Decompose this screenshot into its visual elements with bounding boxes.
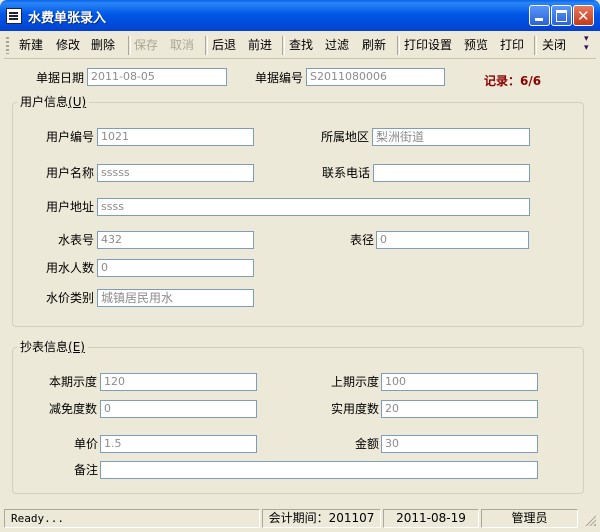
maximize-button[interactable]: [551, 5, 572, 26]
price-type-label: 水价类别: [46, 291, 95, 305]
current-reading-label: 本期示度: [49, 375, 98, 389]
phone-label: 联系电话: [322, 166, 371, 180]
status-period: 会计期间：201107: [262, 509, 381, 528]
resize-grip-icon[interactable]: [584, 514, 596, 526]
forward-button[interactable]: 前进: [248, 37, 272, 54]
doc-date-label: 单据日期: [36, 71, 85, 85]
address-label: 用户地址: [46, 200, 95, 214]
user-no-label: 用户编号: [46, 130, 95, 144]
meter-no-field[interactable]: 432: [97, 231, 254, 249]
user-info-group-title: 用户信息(U): [17, 95, 90, 109]
status-date: 2011-08-19: [383, 509, 479, 528]
app-icon: [6, 8, 22, 24]
current-reading-field[interactable]: 120: [100, 373, 257, 391]
people-field[interactable]: 0: [97, 259, 254, 277]
user-name-label: 用户名称: [46, 166, 95, 180]
close-button[interactable]: 关闭: [542, 37, 566, 54]
edit-button[interactable]: 修改: [56, 37, 80, 54]
toolbar-overflow-chevron-icon[interactable]: ▾ ▾: [584, 35, 589, 53]
new-button[interactable]: 新建: [19, 37, 43, 54]
save-button[interactable]: 保存: [134, 37, 158, 54]
cancel-button[interactable]: 取消: [170, 37, 194, 54]
window-title: 水费单张录入: [28, 11, 107, 26]
doc-date-field[interactable]: 2011-08-05: [87, 68, 227, 86]
remark-label: 备注: [74, 463, 99, 477]
meter-size-label: 表径: [350, 233, 375, 247]
amount-field[interactable]: 30: [381, 435, 538, 453]
doc-no-field[interactable]: S2011080006: [306, 68, 445, 86]
actual-usage-label: 实用度数: [331, 402, 380, 416]
preview-button[interactable]: 预览: [464, 37, 488, 54]
unit-price-label: 单价: [74, 437, 99, 451]
toolbar-separator: [282, 36, 285, 55]
print-setup-button[interactable]: 打印设置: [404, 37, 452, 54]
toolbar-separator: [128, 36, 131, 55]
title-bar[interactable]: 水费单张录入: [0, 0, 600, 31]
print-button[interactable]: 打印: [500, 37, 524, 54]
toolbar: 新建 修改 删除 保存 取消 后退 前进 查找 过滤 刷新 打印设置 预览 打印…: [4, 33, 596, 59]
user-no-field[interactable]: 1021: [97, 128, 254, 146]
last-reading-label: 上期示度: [331, 375, 380, 389]
record-counter: 记录：6/6: [484, 74, 542, 88]
find-button[interactable]: 查找: [289, 37, 313, 54]
toolbar-grip[interactable]: [6, 37, 9, 54]
toolbar-separator: [397, 36, 400, 55]
actual-usage-field[interactable]: 20: [381, 400, 538, 418]
toolbar-separator: [205, 36, 208, 55]
user-name-field[interactable]: sssss: [97, 164, 254, 182]
price-type-field[interactable]: 城镇居民用水: [97, 289, 254, 307]
minimize-button[interactable]: [529, 5, 550, 26]
area-label: 所属地区: [321, 130, 370, 144]
close-window-button[interactable]: [573, 5, 594, 26]
last-reading-field[interactable]: 100: [381, 373, 538, 391]
back-button[interactable]: 后退: [212, 37, 236, 54]
remark-field[interactable]: [100, 461, 538, 479]
address-field[interactable]: ssss: [97, 198, 530, 216]
reduce-label: 减免度数: [49, 402, 98, 416]
unit-price-field[interactable]: 1.5: [100, 435, 257, 453]
area-field[interactable]: 梨洲街道: [372, 128, 530, 146]
refresh-button[interactable]: 刷新: [362, 37, 386, 54]
meter-no-label: 水表号: [58, 233, 95, 247]
doc-no-label: 单据编号: [255, 71, 304, 85]
status-user: 管理员: [481, 509, 578, 528]
reading-info-group-title: 抄表信息(E): [17, 340, 88, 354]
filter-button[interactable]: 过滤: [325, 37, 349, 54]
status-ready: Ready...: [4, 509, 260, 528]
toolbar-separator: [534, 36, 537, 55]
reduce-field[interactable]: 0: [100, 400, 257, 418]
phone-field[interactable]: [373, 164, 530, 182]
meter-size-field[interactable]: 0: [376, 231, 529, 249]
people-label: 用水人数: [46, 261, 95, 275]
delete-button[interactable]: 删除: [91, 37, 115, 54]
amount-label: 金额: [355, 437, 380, 451]
